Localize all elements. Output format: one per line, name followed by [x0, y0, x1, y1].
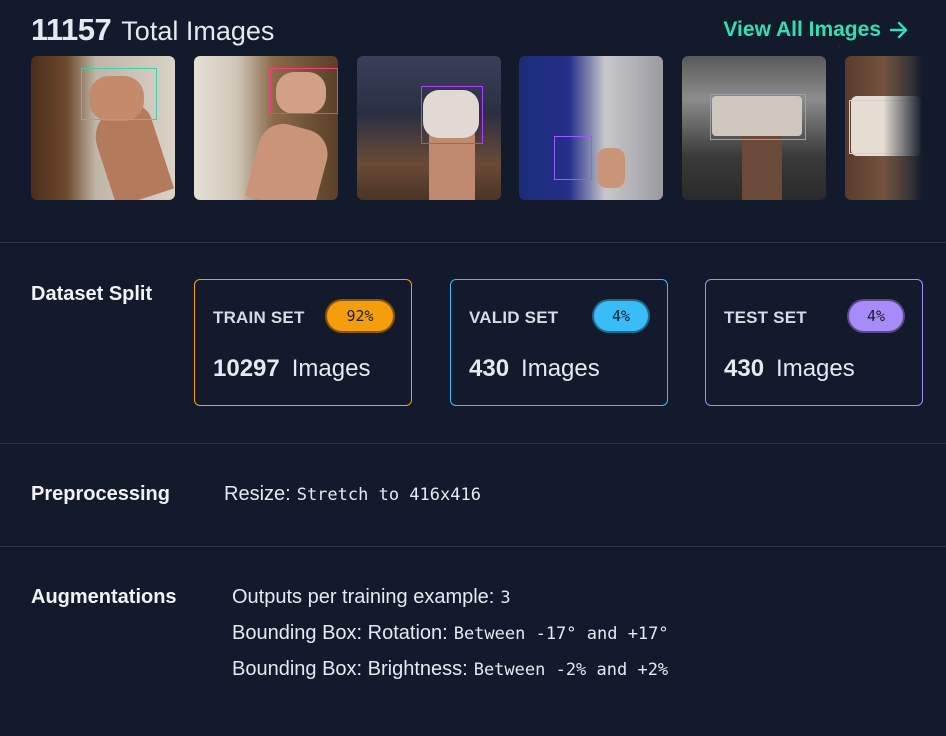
preprocessing-label: Preprocessing: [31, 483, 170, 505]
valid-set-count-row: 430 Images: [469, 355, 600, 383]
image-thumbnail[interactable]: [682, 56, 826, 200]
preprocessing-resize-row: Resize: Stretch to 416x416: [224, 483, 481, 506]
image-thumbnail-strip: [31, 56, 923, 200]
augmentations-label: Augmentations: [31, 586, 177, 608]
train-set-percent-badge: 92%: [325, 299, 395, 333]
preprocessing-value: Stretch to 416x416: [296, 485, 481, 505]
test-set-count-row: 430 Images: [724, 355, 855, 383]
valid-set-percent-badge: 4%: [592, 299, 650, 333]
valid-set-count: 430: [469, 355, 510, 382]
arrow-right-icon: [889, 21, 908, 39]
train-set-count: 10297: [213, 355, 280, 382]
valid-set-unit: Images: [521, 355, 600, 382]
bounding-box: [270, 68, 338, 114]
train-set-card[interactable]: TRAIN SET 92% 10297 Images: [194, 279, 412, 406]
preprocessing-key: Resize:: [224, 483, 291, 505]
augmentation-value: Between -2% and +2%: [473, 660, 669, 680]
valid-set-card[interactable]: VALID SET 4% 430 Images: [450, 279, 668, 406]
test-set-unit: Images: [776, 355, 855, 382]
test-set-card[interactable]: TEST SET 4% 430 Images: [705, 279, 923, 406]
test-set-count: 430: [724, 355, 765, 382]
test-set-percent-badge: 4%: [847, 299, 905, 333]
test-set-name: TEST SET: [724, 308, 807, 327]
augmentation-value: Between -17° and +17°: [453, 624, 669, 644]
bounding-box: [81, 68, 157, 120]
augmentation-value: 3: [500, 588, 511, 608]
valid-set-name: VALID SET: [469, 308, 559, 327]
image-thumbnail[interactable]: [519, 56, 663, 200]
augmentation-key: Bounding Box: Rotation:: [232, 622, 448, 644]
bounding-box: [554, 136, 592, 180]
image-thumbnail[interactable]: [194, 56, 338, 200]
bounding-box: [710, 94, 806, 140]
train-set-name: TRAIN SET: [213, 308, 305, 327]
dataset-split-label: Dataset Split: [31, 283, 153, 305]
total-images-label: Total Images: [121, 16, 275, 46]
augmentation-item: Bounding Box: Brightness: Between -2% an…: [232, 658, 668, 681]
augmentation-key: Bounding Box: Brightness:: [232, 658, 468, 680]
image-thumbnail[interactable]: [357, 56, 501, 200]
image-thumbnail[interactable]: [31, 56, 175, 200]
section-divider: [0, 443, 946, 444]
view-all-images-label: View All Images: [723, 18, 881, 41]
augmentation-key: Outputs per training example:: [232, 586, 495, 608]
augmentation-item: Outputs per training example: 3: [232, 586, 511, 609]
train-set-count-row: 10297 Images: [213, 355, 370, 383]
train-set-unit: Images: [291, 355, 371, 382]
section-divider: [0, 546, 946, 547]
total-images-count: 11157: [31, 12, 112, 47]
view-all-images-link[interactable]: View All Images: [723, 18, 909, 42]
thumbnail-fade-overlay: [883, 56, 923, 200]
bounding-box: [421, 86, 483, 144]
augmentation-item: Bounding Box: Rotation: Between -17° and…: [232, 622, 669, 645]
section-divider: [0, 242, 946, 243]
total-images-heading: 11157 Total Images: [31, 12, 274, 52]
